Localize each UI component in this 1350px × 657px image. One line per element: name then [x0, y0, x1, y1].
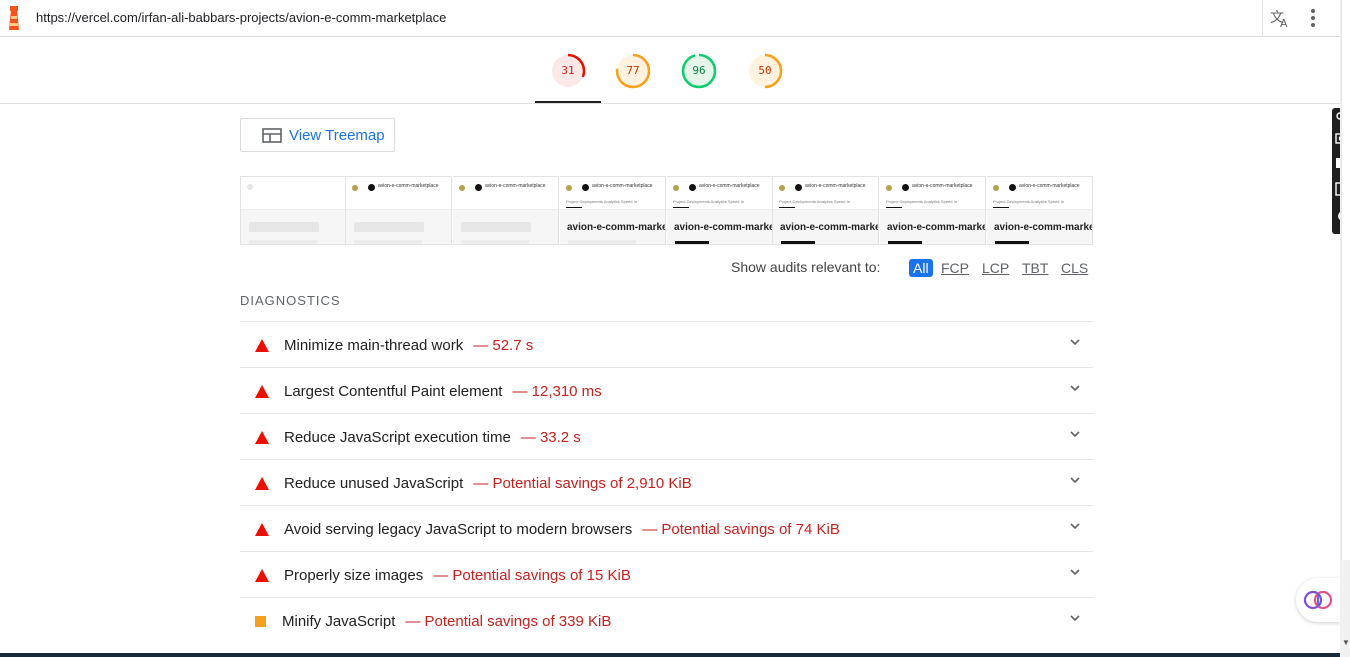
audit-value: — 33.2 s: [520, 429, 581, 446]
brain-icon: [1303, 590, 1333, 610]
filter-tbt[interactable]: TBT: [1022, 259, 1048, 277]
audit-value: — 52.7 s: [473, 337, 534, 354]
fail-triangle-icon: [255, 523, 269, 536]
audit-title: Properly size images: [284, 567, 424, 584]
chevron-down-icon: [1070, 339, 1080, 346]
filter-cls[interactable]: CLS: [1061, 259, 1088, 277]
fail-triangle-icon: [255, 477, 269, 490]
score-gauges-header: 31 77 96 50: [0, 37, 1340, 104]
audit-title: Minify JavaScript: [282, 613, 396, 630]
scrollbar-thumb[interactable]: [1341, 0, 1350, 560]
filmstrip-frame: avion-e-comm-marketplace Project Deployme…: [667, 176, 773, 245]
gauge-performance[interactable]: 31: [550, 53, 586, 89]
filmstrip-frame: avion-e-comm-marketplace Project Deployme…: [987, 176, 1093, 245]
treemap-icon: [262, 128, 282, 143]
gauge-seo[interactable]: 50: [747, 53, 783, 89]
audit-filter-label: Show audits relevant to:: [731, 259, 881, 275]
url-bar: https://vercel.com/irfan-ali-babbars-pro…: [0, 0, 1340, 37]
view-treemap-button[interactable]: View Treemap: [240, 118, 395, 152]
audit-row[interactable]: Minimize main-thread work — 52.7 s: [240, 321, 1093, 367]
chevron-down-icon: [1070, 615, 1080, 622]
svg-text:A: A: [1280, 17, 1288, 30]
scroll-down-arrow-icon[interactable]: ▼: [1342, 639, 1350, 647]
screenshot-filmstrip: avion-e-comm-marketplace avion-e-comm-ma…: [240, 176, 1093, 245]
diagnostics-audit-list: Minimize main-thread work — 52.7 s Larges…: [240, 321, 1093, 643]
filmstrip-frame: avion-e-comm-marketplace Project Deployme…: [880, 176, 986, 245]
audit-title: Avoid serving legacy JavaScript to moder…: [284, 521, 633, 538]
bottom-edge: [0, 653, 1340, 657]
score-value: 31: [561, 64, 575, 77]
translate-button[interactable]: 文 A: [1262, 0, 1297, 36]
audit-title: Largest Contentful Paint element: [284, 383, 503, 400]
score-value: 96: [692, 64, 706, 77]
chevron-down-icon: [1070, 523, 1080, 530]
more-vert-icon: [1311, 9, 1315, 27]
audit-row[interactable]: Largest Contentful Paint element — 12,310…: [240, 367, 1093, 413]
filter-fcp[interactable]: FCP: [941, 259, 969, 277]
audit-row[interactable]: Avoid serving legacy JavaScript to moder…: [240, 505, 1093, 551]
filter-all[interactable]: All: [909, 259, 933, 277]
fail-triangle-icon: [255, 339, 269, 352]
audit-value: — Potential savings of 2,910 KiB: [473, 475, 692, 492]
score-value: 50: [758, 64, 772, 77]
filmstrip-frame: avion-e-comm-marketplace Project Deployme…: [773, 176, 879, 245]
average-square-icon: [255, 616, 266, 627]
score-value: 77: [626, 64, 640, 77]
audit-row[interactable]: Minify JavaScript — Potential savings of …: [240, 597, 1093, 643]
gauge-accessibility[interactable]: 77: [615, 53, 651, 89]
filmstrip-frame: [240, 176, 346, 245]
audit-value: — 12,310 ms: [512, 383, 602, 400]
chevron-down-icon: [1070, 569, 1080, 576]
audit-title: Minimize main-thread work: [284, 337, 464, 354]
filmstrip-frame: avion-e-comm-marketplace Project Deployme…: [560, 176, 666, 245]
audit-title: Reduce unused JavaScript: [284, 475, 464, 492]
chevron-down-icon: [1070, 431, 1080, 438]
audit-value: — Potential savings of 15 KiB: [433, 567, 631, 584]
audit-row[interactable]: Properly size images — Potential savings …: [240, 551, 1093, 597]
filmstrip-frame: avion-e-comm-marketplace: [346, 176, 452, 245]
fail-triangle-icon: [255, 569, 269, 582]
diagnostics-heading: DIAGNOSTICS: [240, 293, 341, 308]
audit-title: Reduce JavaScript execution time: [284, 429, 511, 446]
chevron-down-icon: [1070, 385, 1080, 392]
filmstrip-frame: avion-e-comm-marketplace: [453, 176, 559, 245]
filter-lcp[interactable]: LCP: [982, 259, 1009, 277]
page-url[interactable]: https://vercel.com/irfan-ali-babbars-pro…: [36, 10, 446, 25]
ai-assistant-button[interactable]: [1296, 578, 1340, 622]
fail-triangle-icon: [255, 431, 269, 444]
gauge-best-practices[interactable]: 96: [681, 53, 717, 89]
lighthouse-icon: [9, 6, 19, 30]
audit-row[interactable]: Reduce unused JavaScript — Potential savi…: [240, 459, 1093, 505]
chevron-down-icon: [1070, 477, 1080, 484]
audit-row[interactable]: Reduce JavaScript execution time — 33.2 s: [240, 413, 1093, 459]
audit-value: — Potential savings of 74 KiB: [642, 521, 840, 538]
view-treemap-label: View Treemap: [289, 127, 385, 144]
translate-icon: 文 A: [1270, 10, 1288, 30]
audit-value: — Potential savings of 339 KiB: [405, 613, 612, 630]
more-menu-button[interactable]: [1300, 4, 1326, 32]
active-gauge-indicator: [535, 101, 601, 103]
fail-triangle-icon: [255, 385, 269, 398]
